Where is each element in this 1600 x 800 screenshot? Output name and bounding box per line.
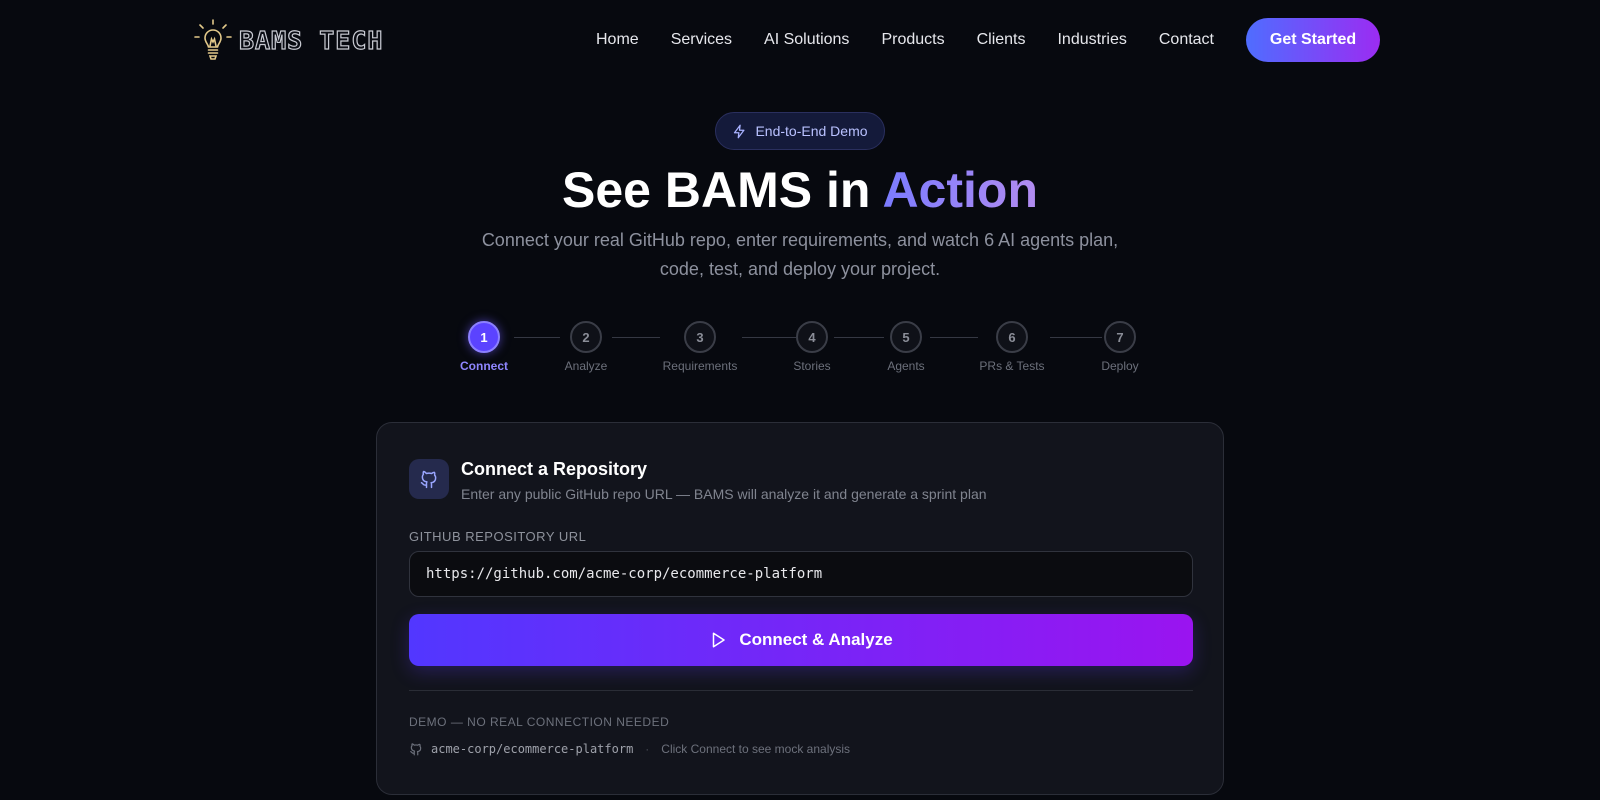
lightning-icon	[734, 124, 745, 138]
page-title-main: See BAMS in	[562, 162, 883, 218]
step-agents[interactable]: 5 Agents	[846, 321, 966, 373]
github-icon-box	[409, 459, 449, 499]
demo-note-label: DEMO — NO REAL CONNECTION NEEDED	[409, 715, 670, 729]
demo-repo-name[interactable]: acme-corp/ecommerce-platform	[431, 742, 633, 756]
lightbulb-icon	[194, 19, 232, 60]
step-label: PRs & Tests	[979, 359, 1045, 373]
step-label: Stories	[793, 359, 831, 373]
get-started-button[interactable]: Get Started	[1246, 18, 1380, 62]
page-title: See BAMS in Action	[0, 162, 1600, 218]
repo-url-input[interactable]	[409, 551, 1193, 597]
connect-analyze-button[interactable]: Connect & Analyze	[409, 614, 1193, 666]
github-icon	[410, 743, 422, 756]
card-title: Connect a Repository	[461, 459, 648, 479]
top-navigation: BAMS TECH Home Services AI Solutions Pro…	[0, 0, 1600, 80]
step-number: 1	[468, 321, 500, 353]
step-analyze[interactable]: 2 Analyze	[526, 321, 646, 373]
demo-repo-row: acme-corp/ecommerce-platform · Click Con…	[409, 739, 850, 759]
step-label: Deploy	[1101, 359, 1139, 373]
nav-link-services[interactable]: Services	[671, 31, 732, 49]
nav-link-home[interactable]: Home	[596, 31, 639, 49]
step-label: Connect	[460, 359, 508, 373]
step-number: 3	[684, 321, 716, 353]
step-requirements[interactable]: 3 Requirements	[640, 321, 760, 373]
step-number: 5	[890, 321, 922, 353]
card-subtitle: Enter any public GitHub repo URL — BAMS …	[461, 486, 987, 502]
connect-analyze-label: Connect & Analyze	[739, 630, 893, 649]
brand-name: BAMS TECH	[238, 25, 384, 55]
repo-url-label: GITHUB REPOSITORY URL	[409, 529, 587, 544]
nav-link-ai-solutions[interactable]: AI Solutions	[764, 31, 849, 49]
card-divider	[409, 690, 1193, 691]
demo-badge-label: End-to-End Demo	[755, 123, 868, 139]
demo-badge: End-to-End Demo	[715, 112, 885, 150]
nav-link-clients[interactable]: Clients	[977, 31, 1026, 49]
step-number: 2	[570, 321, 602, 353]
progress-stepper: 1 Connect 2 Analyze 3 Requirements 4 Sto…	[0, 321, 1600, 381]
step-number: 4	[796, 321, 828, 353]
brand-logo[interactable]: BAMS TECH	[193, 18, 383, 62]
nav-links: Home Services AI Solutions Products Clie…	[596, 0, 1380, 80]
step-label: Requirements	[662, 359, 738, 373]
step-deploy[interactable]: 7 Deploy	[1060, 321, 1180, 373]
play-icon	[713, 632, 726, 648]
nav-link-industries[interactable]: Industries	[1057, 31, 1126, 49]
github-icon	[420, 470, 437, 489]
step-number: 7	[1104, 321, 1136, 353]
connect-repository-card: Connect a Repository Enter any public Gi…	[376, 422, 1224, 795]
step-label: Analyze	[564, 359, 608, 373]
nav-link-contact[interactable]: Contact	[1159, 31, 1214, 49]
separator-dot: ·	[645, 742, 650, 756]
page-subtitle: Connect your real GitHub repo, enter req…	[481, 230, 1119, 279]
nav-link-products[interactable]: Products	[881, 31, 944, 49]
demo-hint: Click Connect to see mock analysis	[661, 742, 851, 756]
step-label: Agents	[887, 359, 925, 373]
step-prs-tests[interactable]: 6 PRs & Tests	[952, 321, 1072, 373]
page-title-accent: Action	[882, 162, 1038, 218]
step-number: 6	[996, 321, 1028, 353]
